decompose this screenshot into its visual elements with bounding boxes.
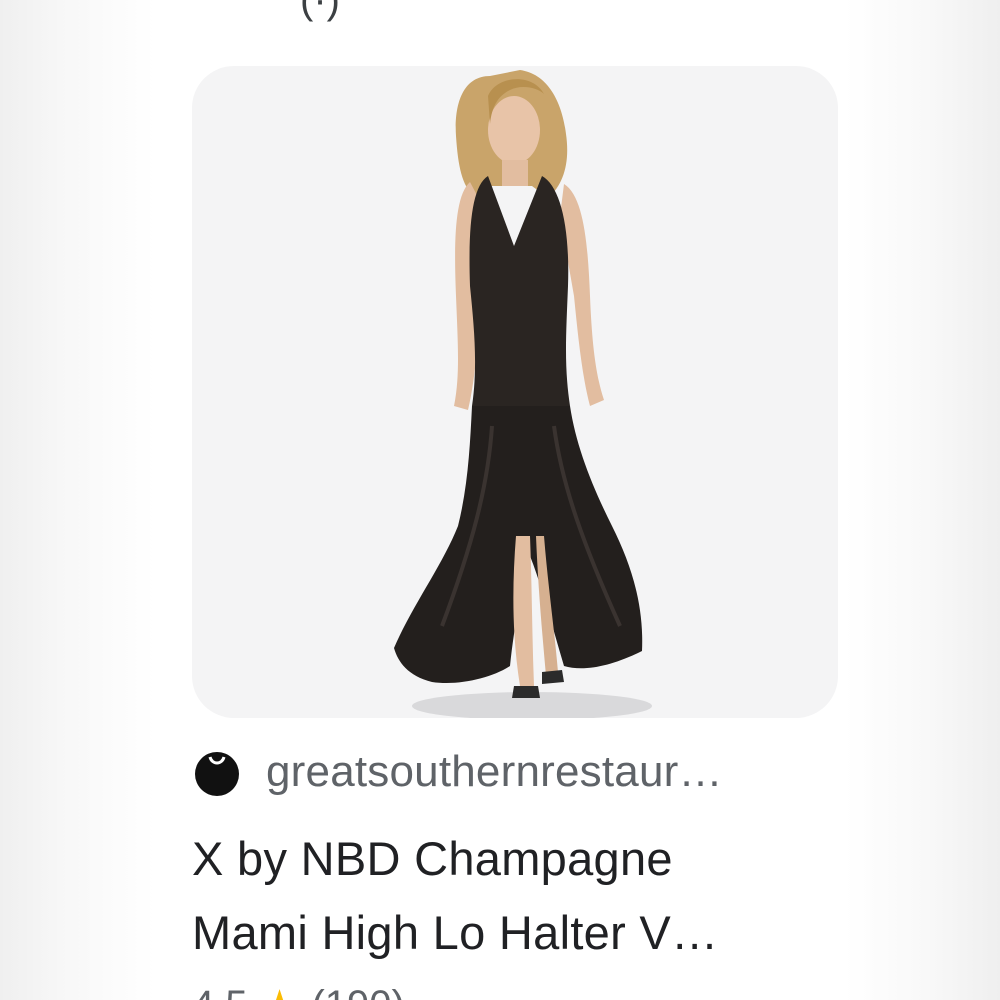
star-icon: ★ [262,982,298,1000]
rating-count: (190) [311,983,404,1000]
rating-row: 4.5 ★ (190) [192,982,405,1000]
screen: (·) greatsouthernrestaur… X by NBD Champ… [0,0,1000,1000]
site-favicon-icon [195,752,239,796]
previous-item-fragment: (·) [300,0,340,22]
source-name: greatsouthernrestaur… [266,747,723,796]
product-image[interactable] [192,66,838,718]
product-title[interactable]: X by NBD Champagne Mami High Lo Halter V… [192,822,822,970]
product-title-line-2: Mami High Lo Halter V… [192,906,719,959]
product-title-line-1: X by NBD Champagne [192,832,673,885]
source-row[interactable]: greatsouthernrestaur… [192,740,723,804]
dress-model-illustration [394,70,652,718]
rating-value: 4.5 [192,983,248,1000]
